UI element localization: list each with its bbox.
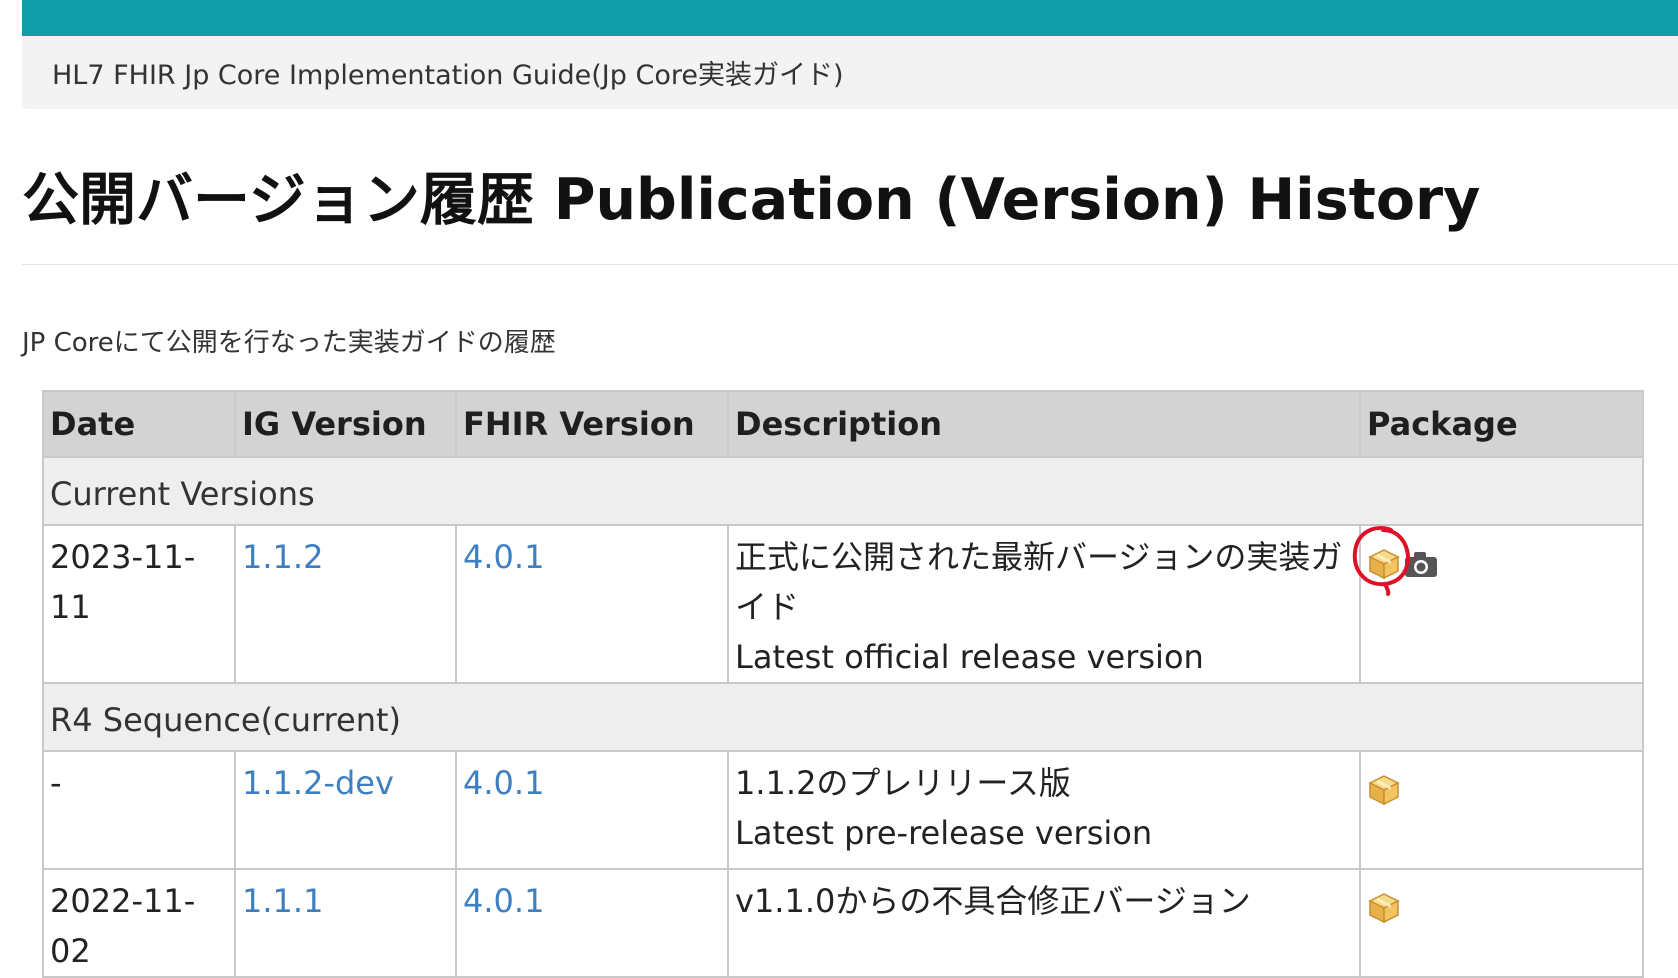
package-cell [1352,524,1644,684]
column-header-description: Description [727,390,1361,458]
section-row-r4-sequence: R4 Sequence(current) [42,682,1644,752]
package-icon[interactable] [1367,773,1401,807]
column-header-package: Package [1359,390,1644,458]
page-title: 公開バージョン履歴 Publication (Version) History [22,167,1481,233]
table-header-row: Date IG Version FHIR Version Description… [42,390,1644,458]
date-cell: 2022-11-02 [42,868,236,978]
description-jp: 正式に公開された最新バージョンの実装ガイド [735,538,1343,626]
guide-title-bar: HL7 FHIR Jp Core Implementation Guide(Jp… [22,36,1678,109]
title-divider [22,264,1678,265]
description-cell: v1.1.0からの不具合修正バージョン [727,868,1361,978]
intro-text: JP Coreにて公開を行なった実装ガイドの履歴 [22,328,556,358]
highlight-circle-annotation [1352,526,1410,596]
package-icon[interactable] [1367,891,1401,925]
ig-version-link[interactable]: 1.1.1 [242,882,323,920]
column-header-fhir-version: FHIR Version [455,390,729,458]
description-cell: 1.1.2のプレリリース版 Latest pre-release version [727,750,1361,870]
table-row: 2022-11-02 1.1.1 4.0.1 v1.1.0からの不具合修正バージ… [42,868,1644,978]
ig-version-link[interactable]: 1.1.2 [242,538,323,576]
fhir-version-link[interactable]: 4.0.1 [463,538,544,576]
date-cell: - [42,750,236,870]
fhir-version-link[interactable]: 4.0.1 [463,764,544,802]
package-cell [1359,868,1644,978]
description-jp: v1.1.0からの不具合修正バージョン [735,882,1251,920]
top-accent-bar [22,0,1678,36]
description-en: Latest official release version [735,638,1204,676]
date-cell: 2023-11-11 [42,524,236,684]
description-en: Latest pre-release version [735,814,1153,852]
section-label: Current Versions [42,456,1644,526]
table-row: - 1.1.2-dev 4.0.1 1.1.2のプレリリース版 Latest p… [42,750,1644,870]
table-row: 2023-11-11 1.1.2 4.0.1 正式に公開された最新バージョンの実… [42,524,1644,684]
description-cell: 正式に公開された最新バージョンの実装ガイド Latest official re… [727,524,1361,684]
description-jp: 1.1.2のプレリリース版 [735,764,1071,802]
package-cell [1359,750,1644,870]
fhir-version-link[interactable]: 4.0.1 [463,882,544,920]
section-row-current-versions: Current Versions [42,456,1644,526]
ig-version-link[interactable]: 1.1.2-dev [242,764,394,802]
column-header-date: Date [42,390,236,458]
guide-title-link[interactable]: HL7 FHIR Jp Core Implementation Guide(Jp… [52,53,844,92]
column-header-ig-version: IG Version [234,390,457,458]
publication-history-table: Date IG Version FHIR Version Description… [42,390,1644,978]
section-label: R4 Sequence(current) [42,682,1644,752]
